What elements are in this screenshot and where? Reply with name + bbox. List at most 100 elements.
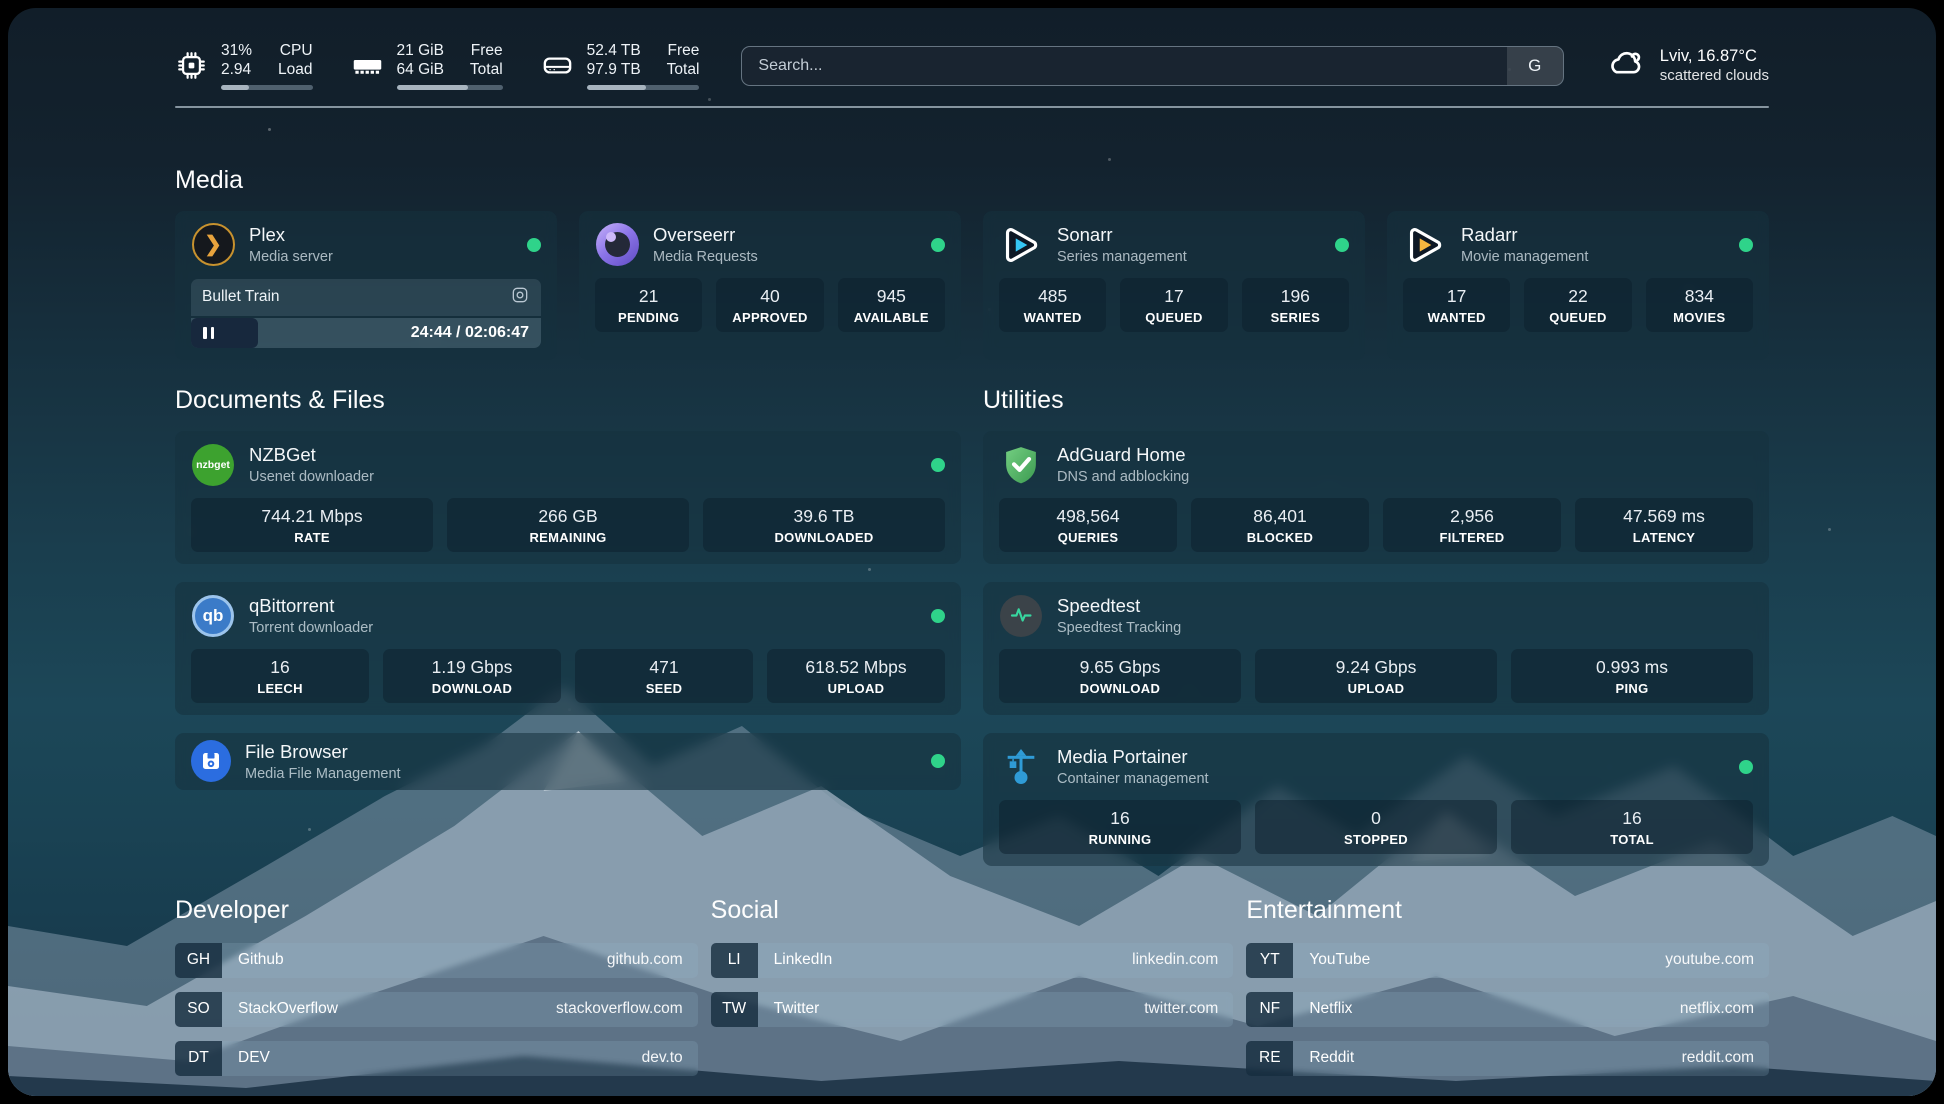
bookmark-name: StackOverflow (222, 992, 556, 1027)
stat-box: 2,956 FILTERED (1383, 498, 1561, 552)
stat-label: STOPPED (1261, 832, 1491, 847)
plex-progress-bar: 24:44 / 02:06:47 (191, 318, 541, 348)
sonarr-card[interactable]: Sonarr Series management 485 WANTED (983, 211, 1365, 360)
stat-box: 945 AVAILABLE (838, 278, 945, 332)
section-heading-utilities: Utilities (983, 386, 1769, 415)
plex-now-playing-row: Bullet Train (191, 279, 541, 316)
developer-links-section: Developer GH Github github.com SO StackO… (175, 896, 698, 1090)
bookmark-link[interactable]: RE Reddit reddit.com (1246, 1041, 1769, 1076)
stat-label: FILTERED (1389, 530, 1555, 545)
search-provider-button[interactable]: G (1507, 47, 1563, 85)
disk-total-label: Total (667, 61, 700, 80)
stat-label: TOTAL (1517, 832, 1747, 847)
bookmark-name: DEV (222, 1041, 642, 1076)
bookmark-link[interactable]: NF Netflix netflix.com (1246, 992, 1769, 1027)
stat-label: BLOCKED (1197, 530, 1363, 545)
pause-button[interactable] (191, 318, 258, 348)
qbittorrent-card[interactable]: qb qBittorrent Torrent downloader (175, 582, 961, 715)
stat-value: 21 (601, 286, 696, 307)
ram-free-label: Free (470, 42, 503, 61)
overseerr-logo-icon (595, 223, 639, 267)
bookmark-name: Reddit (1293, 1041, 1681, 1076)
disk-free-value: 52.4 TB (587, 42, 641, 61)
bookmark-url: linkedin.com (1132, 943, 1233, 978)
stat-box: 16 LEECH (191, 649, 369, 703)
plex-card[interactable]: ❯ Plex Media server Bullet Train (175, 211, 557, 360)
stat-value: 17 (1126, 286, 1221, 307)
stat-value: 196 (1248, 286, 1343, 307)
app-subtitle: Speedtest Tracking (1057, 620, 1753, 636)
bookmark-url: stackoverflow.com (556, 992, 698, 1027)
stat-label: WANTED (1409, 310, 1504, 325)
ram-icon (351, 49, 384, 82)
bookmark-link[interactable]: GH Github github.com (175, 943, 698, 978)
overseerr-card[interactable]: Overseerr Media Requests 21 PENDING (579, 211, 961, 360)
disk-free-label: Free (667, 42, 700, 61)
bookmark-link[interactable]: TW Twitter twitter.com (711, 992, 1234, 1027)
disk-progress-bar (587, 85, 700, 90)
pause-icon (203, 327, 214, 339)
app-name: Plex (249, 224, 513, 246)
stat-value: 498,564 (1005, 506, 1171, 527)
bookmark-link[interactable]: LI LinkedIn linkedin.com (711, 943, 1234, 978)
ram-free-value: 21 GiB (397, 42, 444, 61)
app-name: NZBGet (249, 444, 917, 466)
stat-value: 17 (1409, 286, 1504, 307)
stat-box: 86,401 BLOCKED (1191, 498, 1369, 552)
filebrowser-logo-icon (191, 741, 231, 781)
status-dot-online (931, 609, 945, 623)
ram-progress-bar (397, 85, 503, 90)
section-heading-media: Media (175, 166, 1769, 195)
status-dot-online (1739, 238, 1753, 252)
app-name: Speedtest (1057, 595, 1753, 617)
stat-box: 47.569 ms LATENCY (1575, 498, 1753, 552)
weather-widget: Lviv, 16.87°C scattered clouds (1606, 43, 1769, 88)
bookmark-name: YouTube (1293, 943, 1665, 978)
stat-box: 16 TOTAL (1511, 800, 1753, 854)
stat-value: 485 (1005, 286, 1100, 307)
search-input[interactable] (742, 47, 1506, 85)
qbittorrent-logo-icon: qb (191, 594, 235, 638)
stat-label: AVAILABLE (844, 310, 939, 325)
nzbget-card[interactable]: nzbget NZBGet Usenet downloader (175, 431, 961, 564)
stat-value: 945 (844, 286, 939, 307)
bookmark-link[interactable]: YT YouTube youtube.com (1246, 943, 1769, 978)
session-icon (510, 285, 530, 310)
stat-box: 9.24 Gbps UPLOAD (1255, 649, 1497, 703)
stat-label: QUERIES (1005, 530, 1171, 545)
ram-total-label: Total (470, 61, 503, 80)
bookmark-link[interactable]: SO StackOverflow stackoverflow.com (175, 992, 698, 1027)
stat-label: QUEUED (1530, 310, 1625, 325)
portainer-card[interactable]: Media Portainer Container management 16 … (983, 733, 1769, 866)
bookmark-abbr-badge: YT (1246, 943, 1293, 978)
adguard-logo-icon (999, 443, 1043, 487)
stat-value: 2,956 (1389, 506, 1555, 527)
filebrowser-card[interactable]: File Browser Media File Management (175, 733, 961, 790)
adguard-card[interactable]: AdGuard Home DNS and adblocking 498,564 … (983, 431, 1769, 564)
stat-box: 0.993 ms PING (1511, 649, 1753, 703)
stat-label: REMAINING (453, 530, 683, 545)
radarr-card[interactable]: Radarr Movie management 17 WANTED (1387, 211, 1769, 360)
bookmark-link[interactable]: DT DEV dev.to (175, 1041, 698, 1076)
stat-box: 618.52 Mbps UPLOAD (767, 649, 945, 703)
stat-label: PING (1517, 681, 1747, 696)
status-dot-online (931, 238, 945, 252)
stat-box: 471 SEED (575, 649, 753, 703)
app-name: Radarr (1461, 224, 1725, 246)
sonarr-logo-icon (999, 223, 1043, 267)
bookmark-abbr-badge: GH (175, 943, 222, 978)
stat-box: 21 PENDING (595, 278, 702, 332)
stat-value: 0 (1261, 808, 1491, 829)
stat-value: 39.6 TB (709, 506, 939, 527)
portainer-logo-icon (999, 745, 1043, 789)
cpu-label: CPU (278, 42, 312, 61)
stat-box: 16 RUNNING (999, 800, 1241, 854)
weather-condition: scattered clouds (1660, 67, 1769, 86)
load-label: Load (278, 61, 312, 80)
cpu-load-value: 2.94 (221, 61, 252, 80)
app-subtitle: Usenet downloader (249, 469, 917, 485)
app-subtitle: Container management (1057, 771, 1725, 787)
stat-label: SERIES (1248, 310, 1343, 325)
speedtest-card[interactable]: Speedtest Speedtest Tracking 9.65 Gbps D… (983, 582, 1769, 715)
cpu-usage-value: 31% (221, 42, 252, 61)
